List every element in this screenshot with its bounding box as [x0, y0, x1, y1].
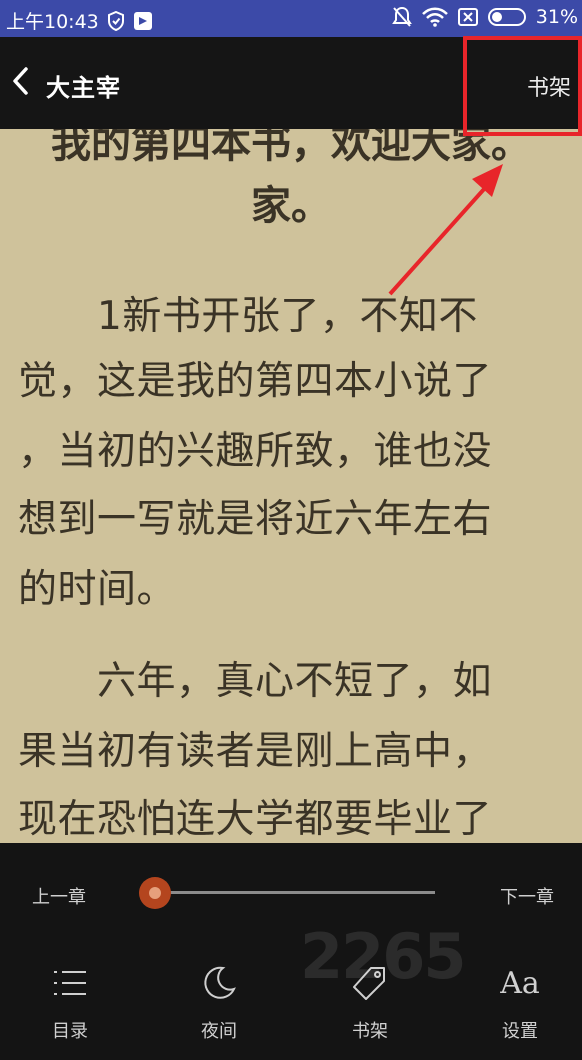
- font-size-icon: Aa: [500, 965, 540, 1001]
- settings-button[interactable]: Aa 设置: [480, 961, 560, 1043]
- list-icon: [53, 961, 87, 1005]
- annotation-highlight-box: [463, 36, 582, 136]
- settings-label: 设置: [502, 1021, 538, 1042]
- wifi-icon: [421, 7, 448, 27]
- prev-chapter-button[interactable]: 上一章: [32, 883, 86, 909]
- night-mode-button[interactable]: 夜间: [179, 961, 259, 1043]
- app-notification-icon: [133, 11, 153, 31]
- text-line: 果当初有读者是刚上高中，: [18, 729, 493, 774]
- mute-icon: [391, 6, 412, 28]
- text-line: 想到一写就是将近六年左右: [18, 497, 493, 542]
- book-title: 大主宰: [46, 74, 121, 102]
- text-line: 六年，真心不短了，如: [18, 659, 493, 704]
- moon-icon: [201, 961, 237, 1005]
- progress-slider-handle[interactable]: [139, 877, 171, 909]
- chevron-left-icon: [10, 66, 30, 100]
- shield-icon: [107, 10, 125, 31]
- next-chapter-button[interactable]: 下一章: [500, 883, 554, 909]
- text-line: ，当初的兴趣所致，谁也没: [18, 429, 493, 474]
- night-mode-label: 夜间: [201, 1021, 237, 1042]
- no-sim-icon: [457, 8, 478, 26]
- text-line: 的时间。: [18, 567, 177, 612]
- chapter-heading-continued: 家。: [251, 183, 331, 229]
- bookshelf-nav-label: 书架: [352, 1021, 388, 1042]
- toc-button[interactable]: 目录: [30, 961, 110, 1043]
- text-line: 觉，这是我的第四本小说了: [18, 359, 493, 404]
- text-line: 1新书开张了，不知不: [18, 294, 478, 339]
- back-button[interactable]: [0, 55, 40, 111]
- battery-percent: 31%: [535, 6, 578, 28]
- status-time: 上午10:43: [6, 11, 99, 33]
- text-line: 现在恐怕连大学都要毕业了: [18, 797, 493, 842]
- status-bar: 上午10:43 31%: [0, 0, 582, 37]
- toc-label: 目录: [52, 1021, 88, 1042]
- reader-bottom-panel: 上一章 下一章 目录 夜间 书架 Aa 设置: [0, 843, 582, 1060]
- progress-slider-track[interactable]: [155, 891, 435, 894]
- watermark: 2265: [300, 920, 467, 993]
- battery-icon: [487, 8, 526, 26]
- reading-page[interactable]: 我的第四本书，欢迎大家。 家。 1新书开张了，不知不 觉，这是我的第四本小说了 …: [0, 129, 582, 843]
